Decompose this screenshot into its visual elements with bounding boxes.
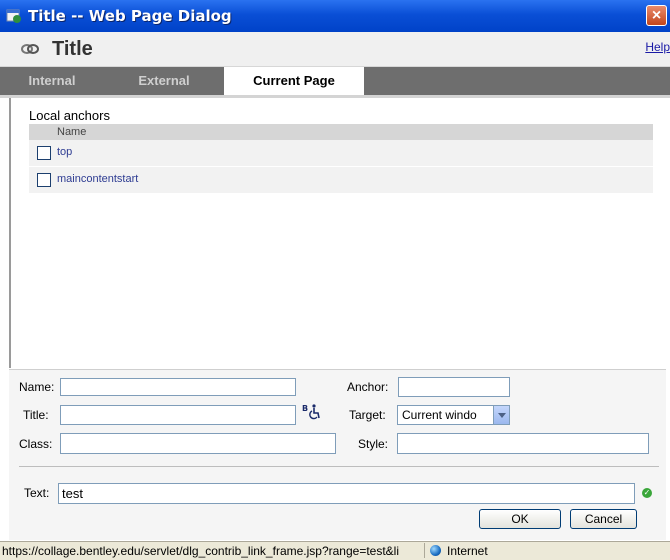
text-label: Text: xyxy=(24,486,50,500)
style-field[interactable] xyxy=(397,433,649,454)
link-properties-form: Name: Anchor: Title: B Target: Current w… xyxy=(9,369,666,540)
column-header-name: Name xyxy=(29,124,653,140)
link-icon xyxy=(21,44,39,54)
chevron-down-icon[interactable] xyxy=(493,406,509,424)
form-divider xyxy=(19,466,659,467)
tab-internal[interactable]: Internal xyxy=(14,67,90,95)
tab-current-page[interactable]: Current Page xyxy=(224,67,364,95)
globe-icon xyxy=(430,545,441,556)
tab-bar: Internal External Current Page xyxy=(0,67,670,95)
security-zone: Internet xyxy=(447,544,488,558)
tab-external[interactable]: External xyxy=(114,67,214,95)
anchor-field[interactable] xyxy=(398,377,510,397)
ok-button[interactable]: OK xyxy=(479,509,561,529)
app-icon xyxy=(6,9,21,23)
status-url: https://collage.bentley.edu/servlet/dlg_… xyxy=(2,544,400,558)
close-icon[interactable]: × xyxy=(646,5,667,26)
check-icon: ✓ xyxy=(642,488,652,498)
local-anchors-label: Local anchors xyxy=(29,108,110,123)
target-select-value: Current windo xyxy=(402,408,477,422)
row-checkbox[interactable] xyxy=(37,173,51,187)
tab-content-panel: Local anchors Name top maincontentstart xyxy=(9,98,668,368)
status-separator xyxy=(424,543,425,558)
cancel-button[interactable]: Cancel xyxy=(570,509,637,529)
anchor-name[interactable]: top xyxy=(57,146,72,158)
name-label: Name: xyxy=(19,380,55,394)
text-field[interactable] xyxy=(58,483,635,504)
dialog-header: Title Help xyxy=(0,32,670,67)
class-label: Class: xyxy=(19,437,53,451)
svg-text:B: B xyxy=(302,404,308,413)
anchor-name[interactable]: maincontentstart xyxy=(57,173,138,185)
table-row[interactable]: top xyxy=(29,140,653,167)
window-title: Title -- Web Page Dialog xyxy=(28,7,232,25)
class-field[interactable] xyxy=(60,433,336,454)
anchors-table: Name top maincontentstart xyxy=(29,124,653,194)
row-checkbox[interactable] xyxy=(37,146,51,160)
dialog-title: Title xyxy=(52,38,93,60)
title-field[interactable] xyxy=(60,405,296,425)
name-field[interactable] xyxy=(60,378,296,396)
title-label: Title: xyxy=(23,408,49,422)
target-select[interactable]: Current windo xyxy=(397,405,510,425)
target-label: Target: xyxy=(349,408,386,422)
window-titlebar: Title -- Web Page Dialog × xyxy=(0,0,670,32)
anchor-label: Anchor: xyxy=(347,380,389,394)
table-row[interactable]: maincontentstart xyxy=(29,167,653,194)
accessibility-icon[interactable]: B xyxy=(302,403,322,421)
help-link[interactable]: Help xyxy=(645,40,670,54)
status-bar: https://collage.bentley.edu/servlet/dlg_… xyxy=(0,541,670,560)
style-label: Style: xyxy=(358,437,389,451)
